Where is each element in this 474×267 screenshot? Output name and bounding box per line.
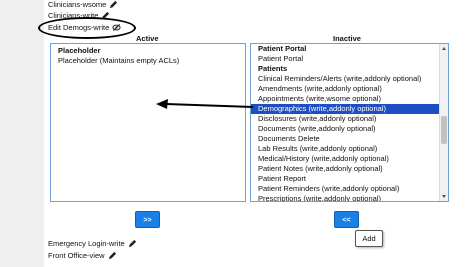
pencil-icon[interactable] <box>109 0 118 9</box>
move-to-active-button[interactable]: >> <box>135 211 160 228</box>
acl-group-row[interactable]: Front Office-view <box>48 251 117 260</box>
acl-group-label: Front Office-view <box>48 251 105 260</box>
list-item[interactable]: Appointments (write,wsome optional) <box>251 94 448 104</box>
scroll-up-arrow-icon[interactable] <box>442 47 446 50</box>
list-item[interactable]: Patient Notes (write,addonly optional) <box>251 164 448 174</box>
listbox-scrollbar[interactable] <box>439 44 448 201</box>
pencil-icon[interactable] <box>128 239 137 248</box>
tooltip: Add <box>355 230 383 247</box>
acl-group-label: Emergency Login-write <box>48 239 125 248</box>
acl-group-row[interactable]: Emergency Login-write <box>48 239 137 248</box>
list-item[interactable]: Lab Results (write,addonly optional) <box>251 144 448 154</box>
scrollbar-thumb[interactable] <box>441 116 447 144</box>
scroll-down-arrow-icon[interactable] <box>442 195 446 198</box>
list-item[interactable]: Patient Reminders (write,addonly optiona… <box>251 184 448 194</box>
list-item-group: Placeholder <box>58 46 101 55</box>
list-item[interactable]: Clinical Reminders/Alerts (write,addonly… <box>251 74 448 84</box>
list-item[interactable]: Prescriptions (write,addonly optional) <box>251 194 448 201</box>
list-item[interactable]: Medical/History (write,addonly optional) <box>251 154 448 164</box>
active-listbox[interactable]: Placeholder Placeholder (Maintains empty… <box>50 43 246 202</box>
left-sidebar <box>0 0 44 267</box>
acl-group-row[interactable]: Clinicians-wsome <box>48 0 118 9</box>
active-heading: Active <box>136 34 159 43</box>
list-item[interactable]: Documents (write,addonly optional) <box>251 124 448 134</box>
list-item[interactable]: Documents Delete <box>251 134 448 144</box>
list-item[interactable]: Amendments (write,addonly optional) <box>251 84 448 94</box>
move-to-inactive-button[interactable]: << <box>334 211 359 228</box>
inactive-listbox[interactable]: Patient Portal Patient Portal Patients C… <box>250 43 449 202</box>
list-item-selected[interactable]: Demographics (write,addonly optional) <box>251 104 448 114</box>
inactive-heading: Inactive <box>333 34 361 43</box>
list-item-group: Patients <box>258 64 288 73</box>
list-item[interactable]: Patient Portal <box>251 54 448 64</box>
highlight-ellipse <box>38 17 136 39</box>
list-item[interactable]: Disclosures (write,addonly optional) <box>251 114 448 124</box>
list-item[interactable]: Patient Report <box>251 174 448 184</box>
list-item[interactable]: Placeholder (Maintains empty ACLs) <box>51 56 245 66</box>
pencil-icon[interactable] <box>108 251 117 260</box>
list-item-group: Patient Portal <box>258 44 307 53</box>
acl-group-label: Clinicians-wsome <box>48 0 107 9</box>
